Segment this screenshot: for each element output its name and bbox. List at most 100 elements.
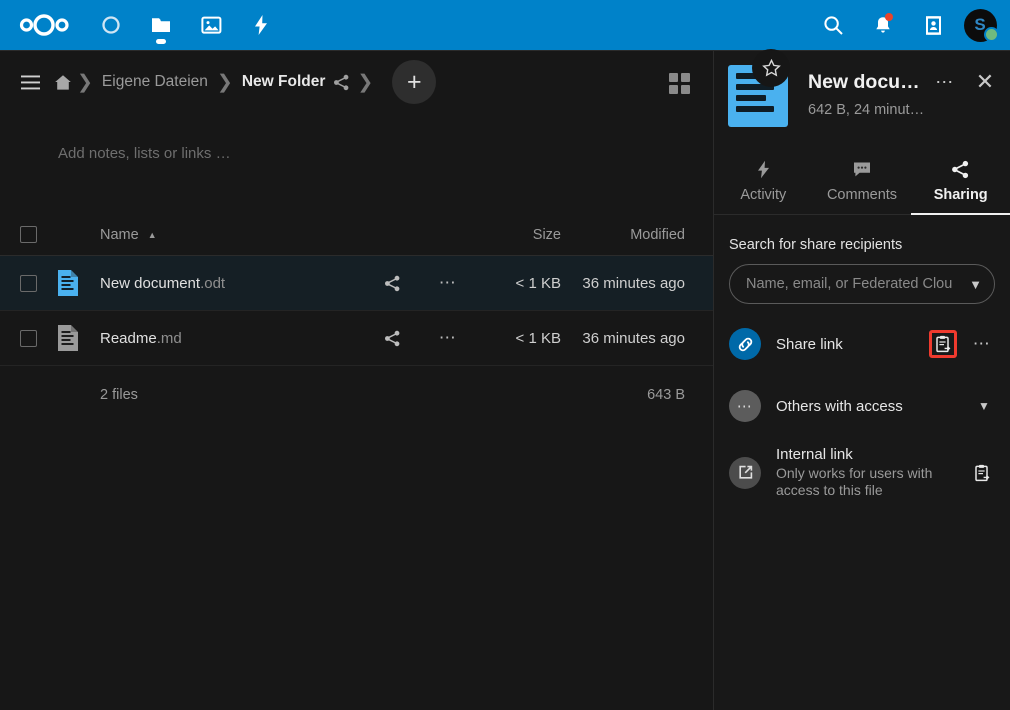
file-name-cell[interactable]: New document .odt: [100, 275, 364, 292]
comment-icon: [852, 157, 872, 181]
table-row[interactable]: Readme .md ⋯ < 1 KB 36 minutes ago: [0, 311, 713, 366]
table-summary-row: 2 files 643 B: [0, 366, 713, 424]
tab-activity[interactable]: Activity: [714, 149, 813, 215]
nextcloud-files-app: S ❯ Eigene Dateien ❯ New Folder ❯ + Add …: [0, 0, 1010, 710]
column-header-name-label: Name: [100, 226, 139, 243]
sidebar-header-actions: ⋯ ✕: [930, 69, 1000, 95]
app-menu: [86, 0, 286, 50]
table-row[interactable]: New document .odt ⋯ < 1 KB 36 minutes ago: [0, 256, 713, 311]
new-file-button[interactable]: +: [392, 60, 437, 104]
app-icon-dashboard[interactable]: [86, 0, 136, 50]
chevron-down-icon: ▼: [969, 276, 982, 292]
file-extension: .md: [156, 329, 182, 347]
others-with-access-text: Others with access: [776, 398, 973, 415]
rich-workspace-placeholder[interactable]: Add notes, lists or links …: [0, 113, 713, 162]
sidebar-menu-button[interactable]: ⋯: [930, 72, 960, 93]
app-icon-activity[interactable]: [236, 0, 286, 50]
tab-comments[interactable]: Comments: [812, 149, 912, 215]
file-type-icon: [56, 324, 100, 352]
file-count-summary: 2 files: [100, 387, 138, 403]
breadcrumb-bar: ❯ Eigene Dateien ❯ New Folder ❯ +: [0, 51, 713, 113]
home-icon[interactable]: [54, 74, 72, 91]
thumb-line: [736, 106, 774, 112]
breadcrumb-separator: ❯: [216, 71, 233, 93]
internal-link-row[interactable]: Internal link Only works for users with …: [729, 446, 995, 499]
star-icon[interactable]: [752, 49, 790, 87]
file-size: < 1 KB: [515, 274, 561, 292]
breadcrumb: ❯ Eigene Dateien ❯ New Folder ❯: [54, 71, 378, 94]
select-all-checkbox[interactable]: [0, 226, 56, 243]
share-search-label: Search for share recipients: [729, 237, 903, 253]
share-link-text: Share link: [776, 336, 929, 353]
nextcloud-logo[interactable]: [14, 9, 76, 41]
file-type-icon: [56, 269, 100, 297]
file-extension: .odt: [200, 274, 226, 292]
grid-view-icon[interactable]: [659, 63, 699, 103]
lightning-icon: [756, 157, 771, 181]
breadcrumb-separator: ❯: [357, 71, 374, 93]
table-header-row: Name ▲ Size Modified: [0, 214, 713, 256]
internal-link-subtitle: Only works for users with access to this…: [776, 465, 933, 498]
contacts-button[interactable]: [908, 0, 958, 50]
tab-activity-label: Activity: [740, 187, 787, 203]
tab-sharing[interactable]: Sharing: [911, 149, 1010, 215]
column-header-modified[interactable]: Modified: [561, 227, 713, 243]
notification-badge: [885, 13, 893, 21]
file-modified: 36 minutes ago: [582, 274, 685, 292]
breadcrumb-item-1[interactable]: New Folder: [238, 73, 330, 91]
file-modified: 36 minutes ago: [582, 329, 685, 347]
file-name: New document: [100, 274, 201, 292]
app-icon-photos[interactable]: [186, 0, 236, 50]
column-header-size[interactable]: Size: [476, 227, 561, 243]
breadcrumb-item-0[interactable]: Eigene Dateien: [98, 73, 212, 91]
file-name-cell[interactable]: Readme .md: [100, 330, 364, 347]
sidebar-header: New docu… 642 B, 24 minut… ⋯ ✕: [714, 49, 1010, 127]
copy-link-icon[interactable]: [929, 330, 957, 358]
share-icon[interactable]: [331, 74, 352, 91]
share-recipient-input[interactable]: Name, email, or Federated Clou ▼: [729, 264, 995, 304]
link-icon: [729, 328, 761, 360]
file-name: Readme: [100, 329, 157, 347]
row-checkbox[interactable]: [0, 329, 56, 347]
tab-sharing-label: Sharing: [933, 187, 988, 203]
row-checkbox[interactable]: [0, 274, 56, 292]
share-link-menu-button[interactable]: ⋯: [969, 334, 995, 354]
sidebar-file-info: New docu… 642 B, 24 minut…: [808, 65, 924, 127]
sort-ascending-icon: ▲: [147, 229, 157, 240]
files-main-panel: ❯ Eigene Dateien ❯ New Folder ❯ + Add no…: [0, 50, 713, 710]
row-share-icon[interactable]: [364, 330, 420, 347]
row-actions-menu[interactable]: ⋯: [420, 328, 476, 348]
user-avatar-button[interactable]: S: [958, 0, 1002, 50]
file-size: < 1 KB: [515, 329, 561, 347]
top-navigation-bar: S: [0, 0, 1010, 50]
row-actions-menu[interactable]: ⋯: [420, 273, 476, 293]
copy-link-icon[interactable]: [969, 464, 995, 482]
column-header-name[interactable]: Name ▲: [56, 227, 364, 243]
online-status-indicator: [984, 27, 999, 42]
external-link-icon: [729, 456, 761, 489]
search-button[interactable]: [808, 0, 858, 50]
close-icon[interactable]: ✕: [970, 69, 1000, 95]
file-details-sidebar: New docu… 642 B, 24 minut… ⋯ ✕ Activity: [713, 49, 1010, 710]
hamburger-icon[interactable]: [10, 62, 50, 102]
page-title: New docu…: [808, 71, 920, 93]
total-size-summary: 643 B: [647, 387, 685, 403]
app-icon-files[interactable]: [136, 0, 186, 50]
share-link-row[interactable]: Share link ⋯: [729, 322, 995, 366]
tab-comments-label: Comments: [826, 187, 898, 203]
checkbox: [19, 274, 37, 292]
breadcrumb-separator: ❯: [77, 71, 93, 93]
share-link-title: Share link: [776, 335, 843, 353]
top-bar-actions: S: [808, 0, 1002, 50]
internal-link-title: Internal link: [776, 446, 853, 463]
others-with-access-title: Others with access: [776, 397, 903, 415]
others-with-access-row[interactable]: ⋯ Others with access ▼: [729, 384, 995, 428]
share-recipient-placeholder: Name, email, or Federated Clou: [746, 276, 953, 292]
file-meta: 642 B, 24 minut…: [808, 102, 925, 118]
chevron-down-icon[interactable]: ▼: [973, 399, 995, 413]
notifications-button[interactable]: [858, 0, 908, 50]
sidebar-tabs: Activity Comments Sharing: [714, 149, 1010, 215]
checkbox: [19, 329, 37, 347]
thumb-line: [736, 95, 766, 101]
row-share-icon[interactable]: [364, 275, 420, 292]
